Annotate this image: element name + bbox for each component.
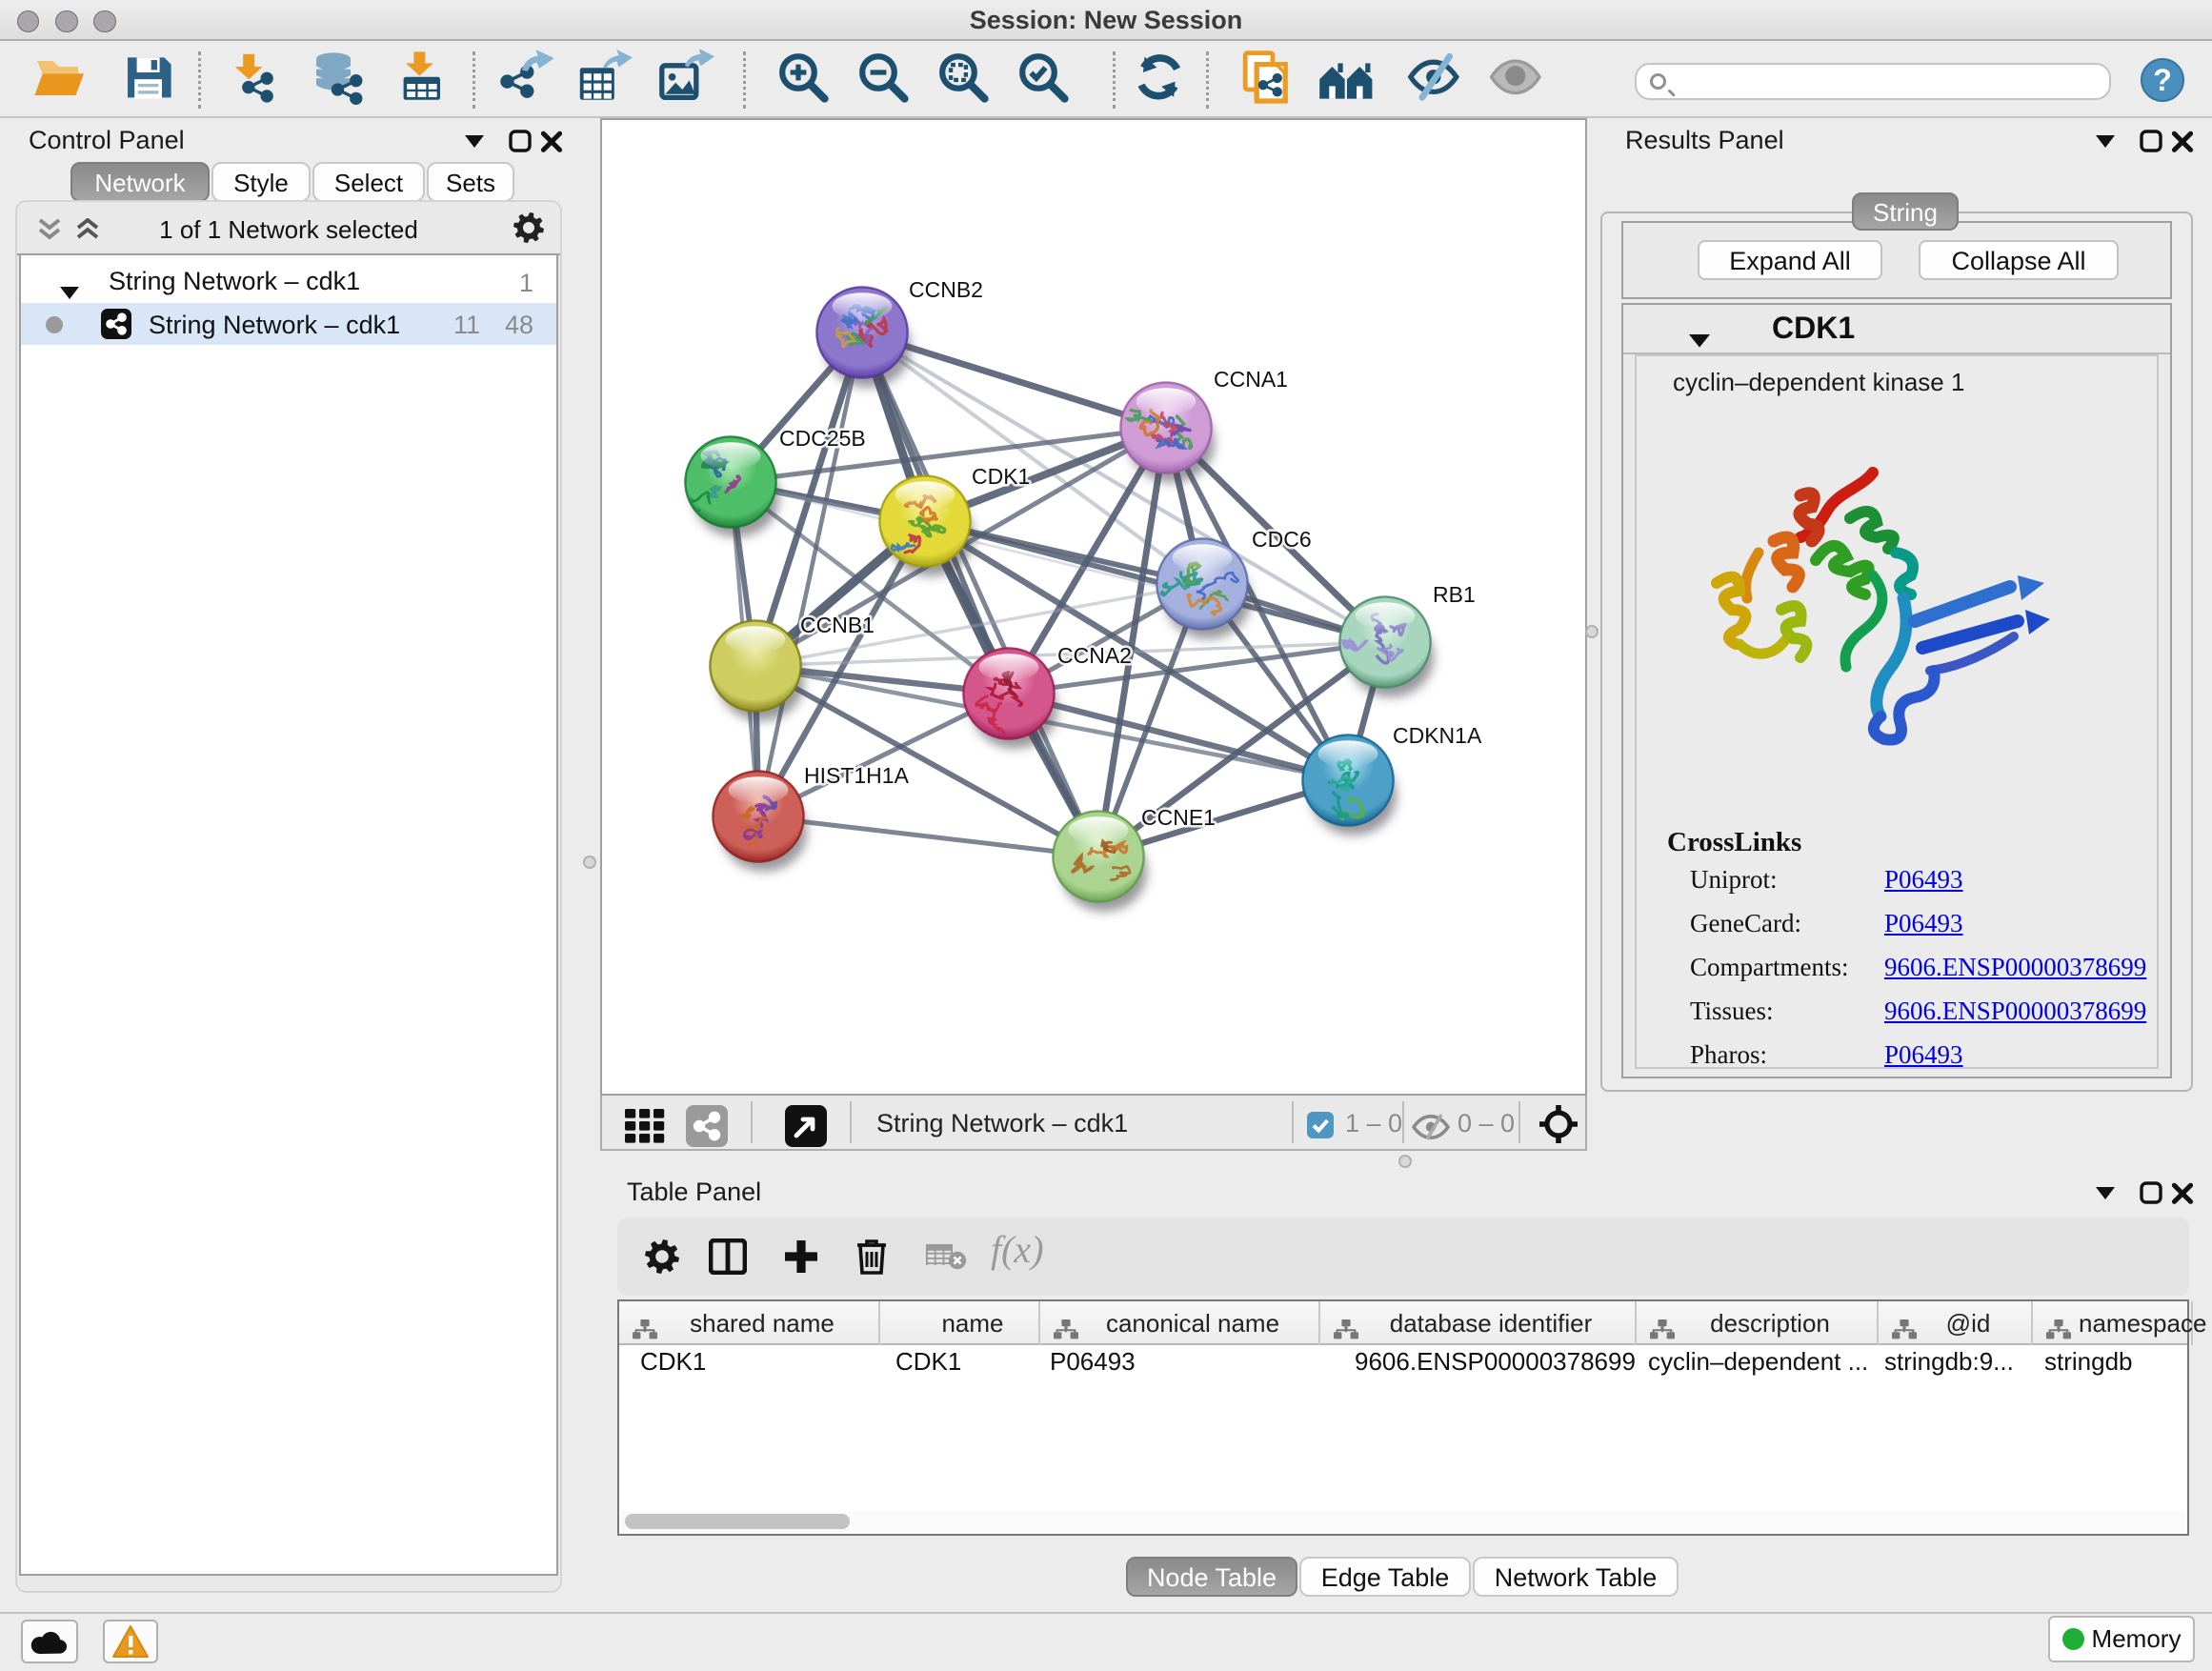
svg-text:CCNA1: CCNA1 xyxy=(1214,367,1288,392)
svg-text:CDC6: CDC6 xyxy=(1252,527,1312,552)
svg-text:CCNB1: CCNB1 xyxy=(800,613,875,637)
svg-text:CDC25B: CDC25B xyxy=(779,426,866,451)
svg-text:CDK1: CDK1 xyxy=(972,464,1030,489)
svg-text:CCNE1: CCNE1 xyxy=(1141,805,1216,830)
svg-text:?: ? xyxy=(2153,63,2172,97)
svg-text:RB1: RB1 xyxy=(1433,582,1476,607)
svg-text:HIST1H1A: HIST1H1A xyxy=(804,763,910,788)
svg-text:CCNA2: CCNA2 xyxy=(1057,643,1132,668)
svg-text:CDKN1A: CDKN1A xyxy=(1393,723,1482,748)
svg-text:CCNB2: CCNB2 xyxy=(909,277,983,302)
